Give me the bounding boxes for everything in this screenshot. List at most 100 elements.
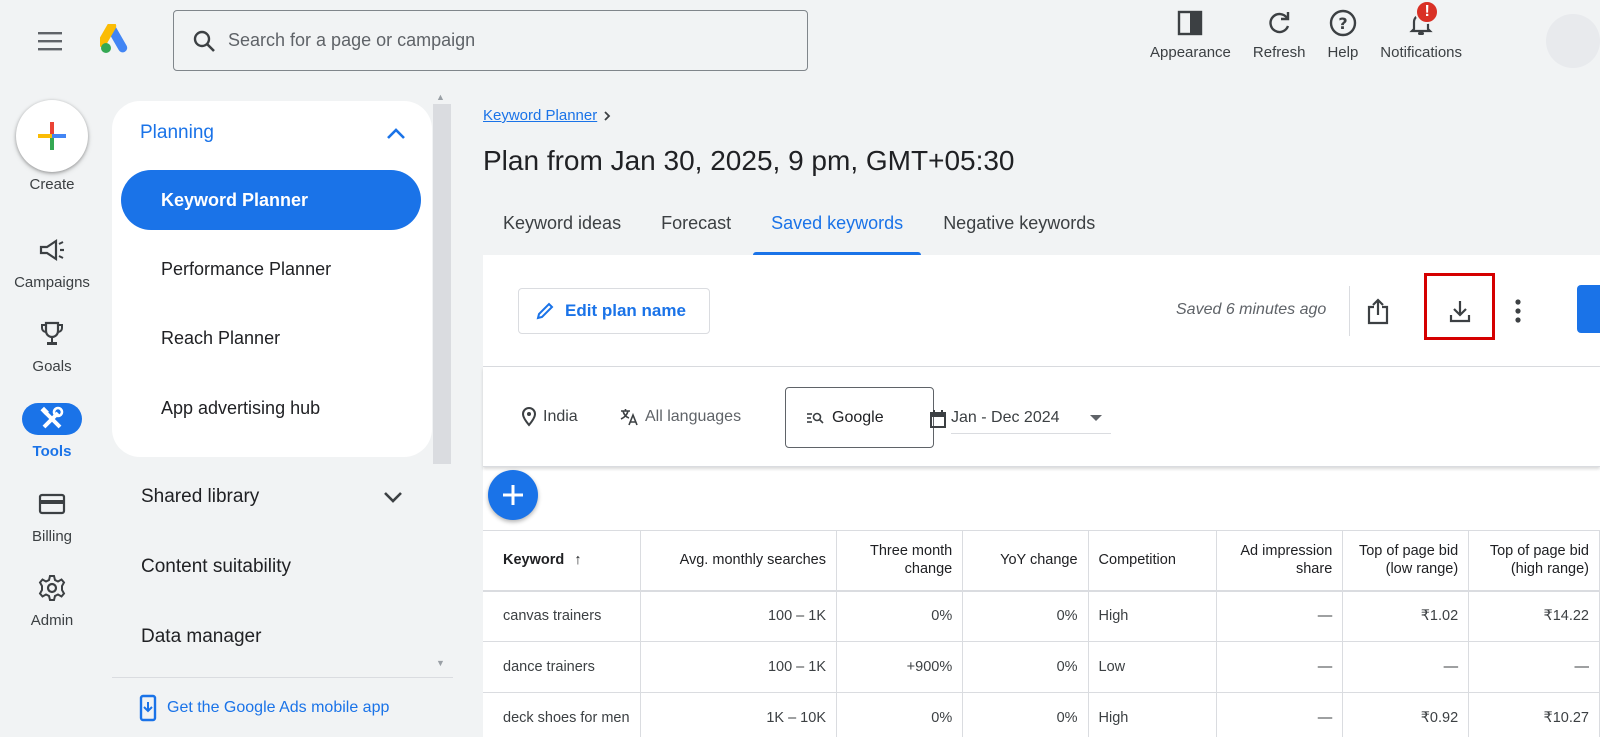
credit-card-icon	[38, 493, 66, 515]
create-button[interactable]	[16, 100, 88, 172]
nav-item-reach-planner[interactable]: Reach Planner	[121, 308, 421, 368]
rail-item-campaigns[interactable]: Campaigns	[0, 234, 104, 291]
rail-item-billing[interactable]: Billing	[0, 488, 104, 545]
column-header-ad-impression-share[interactable]: Ad impression share	[1216, 530, 1344, 592]
dropdown-arrow-icon	[1090, 415, 1102, 421]
main-menu-button[interactable]	[34, 24, 68, 58]
network-filter[interactable]: Google	[785, 387, 934, 448]
primary-action-button[interactable]	[1577, 285, 1600, 333]
content-suitability-label: Content suitability	[141, 556, 291, 577]
column-header-bid-high[interactable]: Top of page bid (high range)	[1468, 530, 1600, 592]
more-options-button[interactable]	[1496, 289, 1540, 333]
account-avatar[interactable]	[1546, 14, 1600, 68]
help-button[interactable]: ? Help	[1327, 6, 1358, 61]
notifications-label: Notifications	[1380, 44, 1462, 61]
bid-high-cell: ₹14.22	[1468, 590, 1600, 642]
pencil-icon	[536, 302, 554, 320]
calendar-icon	[930, 409, 946, 428]
tab-forecast[interactable]: Forecast	[641, 203, 751, 255]
help-label: Help	[1327, 44, 1359, 61]
column-header-avg-monthly-searches[interactable]: Avg. monthly searches	[640, 530, 838, 592]
refresh-button[interactable]: Refresh	[1252, 6, 1306, 61]
column-header-three-month-change[interactable]: Three month change	[836, 530, 964, 592]
breadcrumb[interactable]: Keyword Planner	[483, 107, 613, 124]
tab-saved-keywords[interactable]: Saved keywords	[751, 203, 923, 255]
rail-item-admin[interactable]: Admin	[0, 572, 104, 629]
search-icon	[193, 30, 215, 52]
bid-high-cell: —	[1468, 641, 1600, 693]
appearance-button[interactable]: Appearance	[1150, 6, 1231, 61]
column-header-keyword[interactable]: Keyword ↑	[483, 530, 641, 592]
add-keywords-button[interactable]	[488, 470, 538, 520]
scroll-down-arrow-icon[interactable]: ▼	[436, 658, 445, 668]
shared-library-label: Shared library	[141, 486, 260, 507]
nav-item-app-advertising-hub[interactable]: App advertising hub	[121, 378, 421, 438]
tab-negative-keywords[interactable]: Negative keywords	[923, 203, 1115, 255]
search-bar[interactable]	[173, 10, 808, 71]
plan-tabs: Keyword ideas Forecast Saved keywords Ne…	[483, 203, 1115, 255]
column-header-bid-low[interactable]: Top of page bid (low range)	[1342, 530, 1470, 592]
refresh-icon	[1269, 12, 1290, 34]
top-actions: Appearance Refresh ? Help ! Notification…	[1150, 0, 1484, 61]
keyword-cell[interactable]: dance trainers	[483, 641, 641, 693]
tools-icon	[40, 406, 64, 429]
avg-searches-cell: 100 – 1K	[640, 641, 838, 693]
top-bar: Appearance Refresh ? Help ! Notification…	[0, 0, 1600, 82]
impression-share-cell: —	[1216, 692, 1344, 737]
location-filter[interactable]: India	[521, 407, 578, 427]
language-filter[interactable]: All languages	[619, 407, 741, 427]
keyword-header-label: Keyword	[503, 552, 565, 569]
trophy-icon	[41, 321, 63, 345]
nav-scrollbar[interactable]	[433, 104, 451, 464]
megaphone-icon	[39, 238, 64, 262]
three-month-change-cell: +900%	[836, 641, 964, 693]
planning-section-title: Planning	[140, 122, 214, 143]
impression-share-cell: —	[1216, 641, 1344, 693]
search-input[interactable]	[228, 30, 788, 51]
three-month-change-cell: 0%	[836, 590, 964, 642]
edit-plan-name-button[interactable]: Edit plan name	[518, 288, 710, 334]
nav-section-shared-library[interactable]: Shared library	[141, 486, 403, 508]
table-row[interactable]: deck shoes for men 1K – 10K 0% 0% High —…	[483, 692, 1600, 737]
keyword-cell[interactable]: deck shoes for men	[483, 692, 641, 737]
notifications-button[interactable]: ! Notifications	[1380, 0, 1462, 61]
download-highlight-box	[1424, 273, 1495, 340]
nav-item-performance-planner[interactable]: Performance Planner	[121, 239, 421, 299]
column-header-competition[interactable]: Competition	[1088, 530, 1217, 592]
keywords-table: Keyword ↑ Avg. monthly searches Three mo…	[483, 530, 1600, 737]
translate-icon	[620, 409, 638, 426]
share-button[interactable]	[1356, 289, 1400, 333]
nav-item-keyword-planner[interactable]: Keyword Planner	[121, 170, 421, 230]
table-row[interactable]: dance trainers 100 – 1K +900% 0% Low — —…	[483, 641, 1600, 693]
create-label: Create	[29, 176, 75, 193]
nav-section-content-suitability[interactable]: Content suitability	[141, 556, 403, 578]
location-pin-icon	[521, 407, 537, 427]
rail-item-goals[interactable]: Goals	[0, 318, 104, 375]
three-month-change-cell: 0%	[836, 692, 964, 737]
nav-section-data-manager[interactable]: Data manager	[141, 626, 403, 648]
scroll-up-arrow-icon[interactable]: ▲	[436, 92, 445, 102]
filter-row: India All languages Google Jan - Dec 202…	[483, 367, 1600, 467]
refresh-label: Refresh	[1252, 44, 1306, 61]
yoy-change-cell: 0%	[962, 590, 1089, 642]
page-title: Plan from Jan 30, 2025, 9 pm, GMT+05:30	[483, 145, 1015, 176]
table-row[interactable]: canvas trainers 100 – 1K 0% 0% High — ₹1…	[483, 590, 1600, 642]
date-range-select[interactable]: Jan - Dec 2024	[951, 403, 1111, 434]
rail-label-billing: Billing	[31, 528, 73, 545]
date-range-filter[interactable]: Jan - Dec 2024	[929, 403, 1111, 434]
share-icon	[1367, 298, 1389, 325]
mobile-app-link[interactable]: Get the Google Ads mobile app	[139, 694, 389, 722]
tab-keyword-ideas[interactable]: Keyword ideas	[483, 203, 641, 255]
bid-high-cell: ₹10.27	[1468, 692, 1600, 737]
yoy-change-cell: 0%	[962, 641, 1089, 693]
search-network-icon	[807, 412, 824, 424]
rail-item-tools[interactable]: Tools	[0, 403, 104, 460]
date-range-label: Jan - Dec 2024	[951, 409, 1060, 426]
rail-label-campaigns: Campaigns	[14, 274, 90, 291]
google-ads-logo[interactable]	[97, 21, 134, 54]
breadcrumb-keyword-planner[interactable]: Keyword Planner	[483, 107, 597, 124]
keyword-cell[interactable]: canvas trainers	[483, 590, 641, 642]
column-header-yoy-change[interactable]: YoY change	[962, 530, 1089, 592]
planning-section-header[interactable]: Planning	[140, 119, 406, 147]
phone-download-icon	[139, 694, 157, 722]
